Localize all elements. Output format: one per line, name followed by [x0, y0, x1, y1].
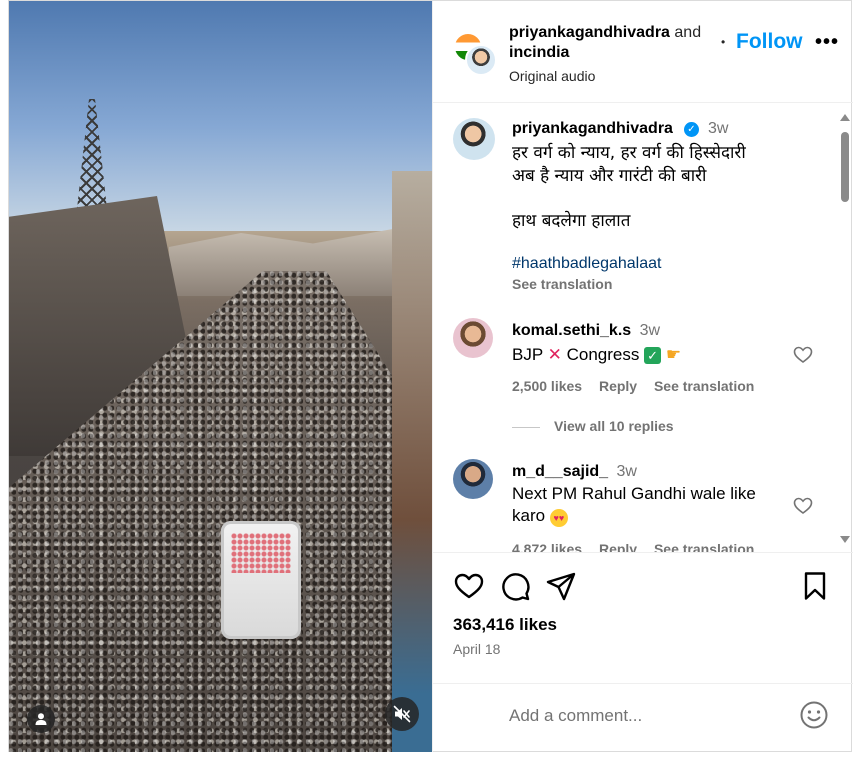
video-vehicle [221, 521, 301, 639]
comment-meta: 4,872 likes Reply See translation [512, 541, 767, 552]
comment-reply-button[interactable]: Reply [599, 541, 637, 552]
collab-avatars[interactable] [453, 32, 497, 76]
avatar-priyankagandhivadra[interactable] [465, 44, 497, 76]
commenter-avatar[interactable] [453, 318, 493, 358]
more-options-button[interactable]: ••• [815, 31, 839, 54]
caption-line-3: हाथ बदलेगा हालात [512, 211, 631, 231]
post-owners: priyankagandhivadra and incindia [509, 23, 719, 63]
follow-button[interactable]: Follow [736, 30, 803, 54]
comments-scrollbar[interactable] [837, 104, 853, 552]
comment-likes[interactable]: 4,872 likes [512, 541, 582, 552]
post-like-count[interactable]: 363,416 likes [453, 615, 557, 635]
comment-likes[interactable]: 2,500 likes [512, 378, 582, 394]
comment-time[interactable]: 3w [640, 322, 660, 339]
comment-icon[interactable] [499, 570, 531, 602]
comment-text-body: Next PM Rahul Gandhi wale like karo [512, 484, 756, 525]
comment-time[interactable]: 3w [617, 463, 637, 480]
post-header: priyankagandhivadra and incindia Origina… [433, 1, 853, 103]
comment-text: Next PM Rahul Gandhi wale like karo ♥♥ [512, 483, 772, 527]
comment-text-part-2: Congress [566, 345, 640, 364]
caption-text: हर वर्ग को न्याय, हर वर्ग की हिस्सेदारी … [512, 142, 812, 233]
scrollbar-thumb[interactable] [841, 132, 849, 202]
comment-meta: 2,500 likes Reply See translation [512, 378, 767, 394]
emoji-icon[interactable] [799, 700, 829, 730]
commenter-avatar[interactable] [453, 459, 493, 499]
caption-time[interactable]: 3w [708, 120, 728, 138]
commenter-username: m_d__sajid_ 3w [512, 463, 637, 481]
owner-link-2[interactable]: incindia [509, 44, 569, 61]
header-separator: • [721, 35, 726, 49]
share-icon[interactable] [545, 570, 577, 602]
scroll-up-arrow-icon[interactable] [840, 114, 850, 121]
mute-button[interactable] [385, 697, 419, 731]
pointing-hand-emoji-icon: ☛ [665, 345, 682, 364]
scroll-down-arrow-icon[interactable] [840, 536, 850, 543]
caption-line-2: अब है न्याय और गारंटी की बारी [512, 166, 707, 186]
tagged-users-button[interactable] [27, 705, 55, 733]
commenter-name[interactable]: m_d__sajid_ [512, 463, 608, 480]
post: priyankagandhivadra and incindia Origina… [8, 0, 853, 752]
commenter-name[interactable]: komal.sethi_k.s [512, 322, 631, 339]
comment-reply-button[interactable]: Reply [599, 378, 637, 394]
muted-speaker-icon [393, 705, 411, 723]
cross-mark-emoji-icon: ✕ [547, 345, 562, 364]
caption-hashtag[interactable]: #haathbadlegahalaat [512, 255, 661, 273]
person-icon [35, 713, 47, 725]
bookmark-icon[interactable] [799, 570, 831, 602]
post-video[interactable] [9, 1, 432, 752]
comment-see-translation[interactable]: See translation [654, 378, 754, 394]
heart-icon[interactable] [453, 570, 485, 602]
owner-link-1[interactable]: priyankagandhivadra [509, 24, 670, 41]
caption-username[interactable]: priyankagandhivadra [512, 120, 673, 138]
caption-avatar[interactable] [453, 118, 495, 160]
comment-text-part-1: BJP [512, 345, 543, 364]
post-date[interactable]: April 18 [453, 641, 500, 657]
post-side-panel: priyankagandhivadra and incindia Origina… [432, 1, 853, 752]
verified-badge-icon: ✓ [684, 122, 699, 137]
video-sky [9, 1, 432, 231]
audio-link[interactable]: Original audio [509, 68, 595, 84]
comment-like-heart-icon[interactable] [793, 345, 813, 365]
video-building-right [392, 171, 432, 752]
comment-see-translation[interactable]: See translation [654, 541, 754, 552]
comment-like-heart-icon[interactable] [793, 496, 813, 516]
comments-section[interactable]: priyankagandhivadra ✓ 3w हर वर्ग को न्या… [433, 104, 853, 553]
commenter-username: komal.sethi_k.s 3w [512, 322, 660, 340]
post-actions: 363,416 likes April 18 [433, 554, 853, 657]
heart-eyes-emoji-icon: ♥♥ [549, 509, 568, 527]
comment-composer [433, 683, 853, 752]
caption-line-1: हर वर्ग को न्याय, हर वर्ग की हिस्सेदारी [512, 143, 746, 163]
check-mark-emoji-icon: ✓ [644, 347, 662, 364]
caption-see-translation[interactable]: See translation [512, 276, 612, 292]
comment-input[interactable] [509, 702, 789, 730]
comment-text: BJP ✕ Congress ✓ ☛ [512, 344, 772, 366]
owners-and: and [674, 24, 702, 41]
view-replies-button[interactable]: View all 10 replies [512, 418, 674, 434]
